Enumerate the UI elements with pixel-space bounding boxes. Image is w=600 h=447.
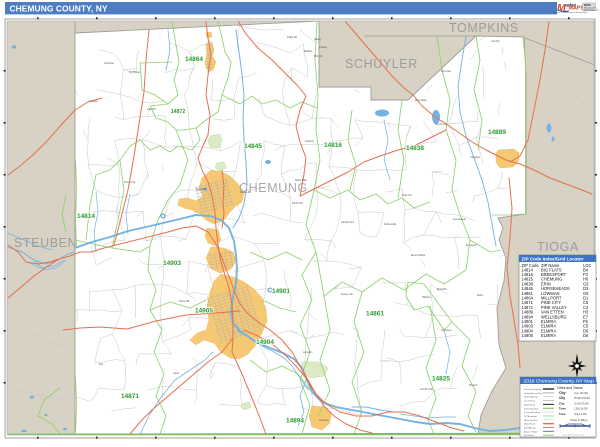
- svg-text:Mt Zoar: Mt Zoar: [469, 384, 477, 387]
- svg-text:14864: 14864: [185, 56, 203, 63]
- svg-text:marketmaps.com: marketmaps.com: [584, 8, 599, 11]
- svg-text:Halsey: Halsey: [314, 38, 322, 41]
- svg-text:Bird Crk: Bird Crk: [314, 55, 323, 58]
- svg-text:STEUBEN: STEUBEN: [14, 236, 77, 250]
- svg-text:Ridge Rd: Ridge Rd: [287, 36, 298, 39]
- svg-text:ZIP Boundary: ZIP Boundary: [524, 415, 538, 418]
- svg-text:Sullivanville: Sullivanville: [384, 223, 397, 226]
- svg-text:Breed Hollow: Breed Hollow: [411, 254, 425, 257]
- svg-text:Langdon: Langdon: [303, 351, 313, 354]
- svg-text:2016 Chemung County, NY Map: 2016 Chemung County, NY Map: [524, 378, 595, 384]
- svg-text:SCHUYLER: SCHUYLER: [345, 57, 418, 71]
- svg-text:Turner Hill: Turner Hill: [124, 181, 135, 184]
- svg-text:Major Road: Major Road: [524, 423, 536, 426]
- svg-text:14905: 14905: [522, 333, 534, 338]
- svg-text:Major Road: Major Road: [524, 403, 536, 406]
- svg-text:Caton: Caton: [173, 372, 180, 375]
- svg-text:Minor Civil Div: Minor Civil Div: [524, 419, 538, 422]
- svg-text:Local Road: Local Road: [524, 401, 535, 403]
- svg-text:City: City: [559, 391, 566, 395]
- svg-text:Harris Hill: Harris Hill: [292, 202, 303, 205]
- svg-text:Seeley Crk: Seeley Crk: [341, 293, 353, 296]
- svg-text:TOMPKINS: TOMPKINS: [449, 21, 519, 35]
- svg-text:Carr Rd: Carr Rd: [491, 40, 500, 43]
- svg-text:14894: 14894: [286, 418, 304, 425]
- svg-text:Ostrander: Ostrander: [441, 329, 452, 332]
- svg-text:14905: 14905: [195, 308, 213, 315]
- svg-text:Jackson: Jackson: [305, 140, 314, 143]
- svg-text:Dry Brook: Dry Brook: [129, 71, 140, 74]
- svg-text:Airport / Water: Airport / Water: [524, 430, 538, 433]
- svg-text:14845: 14845: [244, 143, 262, 150]
- svg-text:Goodhue: Goodhue: [104, 62, 115, 65]
- svg-text:Beckwith: Beckwith: [437, 288, 447, 291]
- svg-text:MAPS: MAPS: [569, 5, 585, 11]
- svg-text:Ferenbaugh: Ferenbaugh: [453, 218, 467, 221]
- svg-text:Oak Hill: Oak Hill: [147, 108, 156, 111]
- svg-text:14814: 14814: [77, 213, 95, 220]
- svg-text:14904: 14904: [256, 339, 274, 346]
- svg-text:Breesport: Breesport: [466, 244, 477, 247]
- svg-text:State Boundary: State Boundary: [524, 407, 539, 410]
- svg-text:14901: 14901: [272, 288, 290, 295]
- svg-text:Wells: Wells: [477, 294, 484, 297]
- svg-text:Baldwin: Baldwin: [304, 50, 313, 53]
- svg-text:Comfort Hill: Comfort Hill: [420, 388, 433, 391]
- svg-text:Scale in Miles: Scale in Miles: [570, 418, 588, 422]
- svg-text:CHEMUNG COUNTY, NY: CHEMUNG COUNTY, NY: [10, 3, 108, 13]
- svg-text:14871: 14871: [121, 393, 139, 400]
- svg-text:14889: 14889: [488, 129, 506, 136]
- svg-text:10,000-25,000: 10,000-25,000: [574, 403, 590, 405]
- svg-text:25,000-100,000: 25,000-100,000: [574, 398, 591, 400]
- svg-text:Fassett: Fassett: [319, 46, 327, 49]
- svg-text:14816: 14816: [324, 142, 342, 149]
- svg-text:Pine Valley: Pine Valley: [415, 99, 428, 102]
- svg-text:Cities and Towns: Cities and Towns: [557, 386, 583, 390]
- svg-text:14861: 14861: [366, 311, 384, 318]
- svg-text:14825: 14825: [432, 376, 450, 383]
- svg-text:City: City: [559, 396, 565, 400]
- svg-text:County Boundary: County Boundary: [524, 411, 541, 414]
- svg-text:Town: Town: [559, 407, 566, 411]
- svg-text:Hendy Crk: Hendy Crk: [435, 123, 447, 126]
- svg-text:State Highway: State Highway: [524, 396, 538, 399]
- svg-text:Erin: Erin: [99, 363, 104, 366]
- svg-text:Johnson: Johnson: [89, 100, 99, 103]
- svg-text:14872: 14872: [171, 109, 186, 115]
- svg-text:State Rd: State Rd: [402, 194, 412, 197]
- svg-text:Wyncoop: Wyncoop: [441, 70, 452, 73]
- svg-text:Lowe Rd: Lowe Rd: [319, 419, 329, 422]
- svg-text:TIOGA: TIOGA: [537, 240, 579, 254]
- svg-text:Over 100,000: Over 100,000: [574, 392, 589, 395]
- svg-text:D6: D6: [583, 333, 589, 338]
- svg-text:Rowe Hill: Rowe Hill: [179, 300, 190, 303]
- svg-text:Under 2,500: Under 2,500: [574, 413, 587, 416]
- svg-text:ELMIRA: ELMIRA: [541, 333, 557, 338]
- svg-text:America’s Leading Source of Bu: America’s Leading Source of Business Map…: [554, 11, 588, 14]
- svg-text:Interstate Highway: Interstate Highway: [524, 388, 542, 391]
- svg-text:14903: 14903: [163, 260, 181, 267]
- svg-text:2,500-10,000: 2,500-10,000: [574, 409, 588, 411]
- svg-text:Sing Sing: Sing Sing: [196, 188, 207, 191]
- svg-text:Town: Town: [559, 413, 566, 416]
- svg-text:Hibbard: Hibbard: [422, 296, 431, 299]
- svg-text:14838: 14838: [406, 145, 424, 152]
- svg-text:Tompkins: Tompkins: [470, 156, 481, 159]
- svg-text:CHEMUNG: CHEMUNG: [239, 181, 308, 195]
- svg-text:City: City: [559, 401, 565, 405]
- svg-text:ZIP Code Index/Grid Locator: ZIP Code Index/Grid Locator: [522, 256, 584, 261]
- svg-text:Limited Access Hwy: Limited Access Hwy: [524, 392, 543, 395]
- svg-text:Gardner Rd: Gardner Rd: [341, 221, 354, 224]
- svg-text:Rail Road: Rail Road: [524, 435, 534, 437]
- svg-text:www.marketmaps.com: www.marketmaps.com: [562, 434, 584, 437]
- svg-text:US Highway: US Highway: [524, 428, 536, 430]
